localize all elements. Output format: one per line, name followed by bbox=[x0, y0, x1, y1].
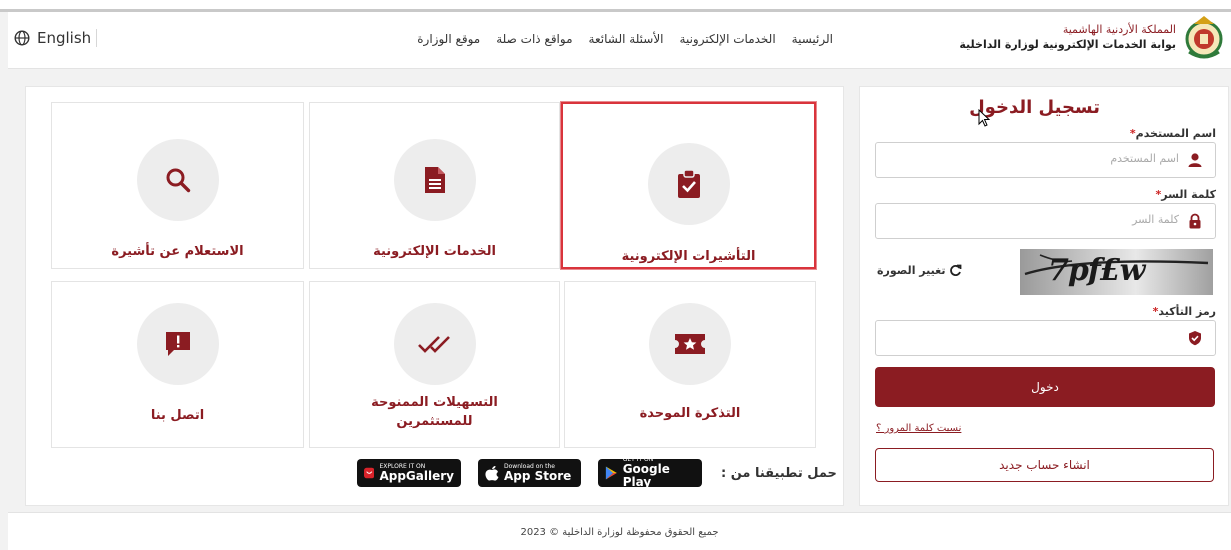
badge-main-text: AppGallery bbox=[379, 468, 454, 483]
brand-line-1: المملكة الأردنية الهاشمية bbox=[1062, 23, 1176, 36]
password-field[interactable] bbox=[875, 203, 1216, 239]
ticket-star-icon bbox=[675, 334, 705, 354]
tile-icon-circle bbox=[136, 303, 219, 385]
login-panel: تسجيل الدخول اسم المستخدم* كلمة السر* 7p… bbox=[859, 86, 1229, 506]
app-download-row: EXPLORE IT ON AppGallery Download on the A… bbox=[357, 457, 837, 489]
tile-icon-circle bbox=[649, 303, 731, 385]
top-bar bbox=[0, 0, 1231, 12]
apple-icon bbox=[485, 466, 499, 481]
badge-main-text: Google Play bbox=[622, 462, 670, 489]
nav-ministry-site[interactable]: موقع الوزارة bbox=[417, 32, 480, 46]
tile-label: التذكرة الموحدة bbox=[639, 406, 741, 421]
divider bbox=[96, 29, 97, 47]
change-captcha-text[interactable]: تغيير الصورة bbox=[877, 264, 945, 277]
clipboard-check-icon bbox=[677, 169, 700, 198]
confirm-code-label: رمز التأكيد* bbox=[1153, 305, 1216, 318]
globe-icon bbox=[14, 30, 30, 46]
chat-alert-icon bbox=[165, 332, 190, 356]
double-check-icon bbox=[417, 336, 450, 353]
username-label: اسم المستخدم* bbox=[1130, 127, 1216, 140]
tile-label: التأشيرات الإلكترونية bbox=[621, 249, 756, 264]
shield-check-icon bbox=[1189, 331, 1201, 346]
badge-text: EXPLORE IT ON AppGallery bbox=[379, 463, 454, 483]
captcha-image: 7pf£w bbox=[1020, 249, 1213, 295]
google-play-badge[interactable]: GET IT ON Google Play bbox=[598, 457, 702, 489]
brand-line-2: بوابة الخدمات الإلكترونية لوزارة الداخلي… bbox=[959, 38, 1176, 51]
download-app-label: حمل تطبيقنا من : bbox=[721, 465, 837, 481]
main-nav: الرئيسية الخدمات الإلكترونية الأسئلة الش… bbox=[417, 32, 833, 46]
password-label: كلمة السر* bbox=[1156, 188, 1216, 201]
language-label[interactable]: English bbox=[37, 29, 91, 47]
tile-investor-facilities[interactable]: التسهيلات الممنوحة للمستثمرين bbox=[309, 281, 560, 448]
badge-text: GET IT ON Google Play bbox=[623, 457, 695, 489]
footer: جميع الحقوق محفوظة لوزارة الداخلية © 202… bbox=[8, 512, 1231, 550]
search-icon bbox=[166, 168, 190, 193]
tile-label: الخدمات الإلكترونية bbox=[373, 244, 496, 259]
nav-home[interactable]: الرئيسية bbox=[792, 32, 833, 46]
tile-label: التسهيلات الممنوحة للمستثمرين bbox=[371, 395, 498, 429]
huawei-icon bbox=[364, 467, 375, 479]
tile-e-visas[interactable]: التأشيرات الإلكترونية bbox=[561, 102, 816, 269]
change-captcha-link[interactable]: تغيير الصورة bbox=[877, 264, 962, 277]
forgot-password-link[interactable]: نسيت كلمة المرور ؟ bbox=[876, 423, 961, 434]
confirm-label-text: رمز التأكيد bbox=[1158, 305, 1216, 318]
brand-text: المملكة الأردنية الهاشمية بوابة الخدمات … bbox=[959, 23, 1176, 51]
confirm-code-field[interactable] bbox=[875, 320, 1216, 356]
tile-label: اتصل بنا bbox=[150, 408, 205, 423]
app-store-badge[interactable]: Download on the App Store bbox=[478, 459, 581, 487]
document-icon bbox=[424, 167, 445, 193]
tile-icon-circle bbox=[647, 143, 730, 225]
create-account-button[interactable]: انشاء حساب جديد bbox=[875, 448, 1214, 482]
refresh-icon bbox=[950, 264, 962, 276]
username-label-text: اسم المستخدم bbox=[1135, 127, 1216, 140]
coat-of-arms-logo[interactable] bbox=[1181, 12, 1227, 64]
tile-icon-circle bbox=[393, 303, 476, 385]
copyright-text: جميع الحقوق محفوظة لوزارة الداخلية © 202… bbox=[520, 527, 719, 538]
username-input[interactable] bbox=[917, 151, 1181, 166]
captcha-text: 7pf£w bbox=[1048, 253, 1145, 288]
nav-e-services[interactable]: الخدمات الإلكترونية bbox=[680, 32, 776, 46]
tile-icon-circle bbox=[393, 139, 476, 221]
nav-related-sites[interactable]: مواقع ذات صلة bbox=[496, 32, 572, 46]
tile-e-services[interactable]: الخدمات الإلكترونية bbox=[309, 102, 560, 269]
lock-icon bbox=[1189, 213, 1201, 229]
username-field[interactable] bbox=[875, 142, 1216, 178]
tile-icon-circle bbox=[136, 139, 219, 221]
login-button[interactable]: دخول bbox=[875, 367, 1215, 407]
language-switch[interactable]: English bbox=[14, 29, 91, 47]
user-icon bbox=[1188, 153, 1202, 167]
mouse-cursor-icon bbox=[978, 109, 990, 127]
google-play-icon bbox=[605, 466, 617, 480]
nav-faq[interactable]: الأسئلة الشائعة bbox=[589, 32, 664, 46]
appgallery-badge[interactable]: EXPLORE IT ON AppGallery bbox=[357, 459, 461, 487]
tile-visa-inquiry[interactable]: الاستعلام عن تأشيرة bbox=[51, 102, 304, 269]
tile-contact-us[interactable]: اتصل بنا bbox=[51, 281, 304, 448]
confirm-code-input[interactable] bbox=[917, 329, 1181, 344]
badge-main-text: App Store bbox=[504, 468, 572, 483]
password-input[interactable] bbox=[917, 212, 1181, 227]
services-panel: التأشيرات الإلكترونية الخدمات الإلكتروني… bbox=[25, 86, 844, 506]
header: English الرئيسية الخدمات الإلكترونية الأ… bbox=[8, 12, 1231, 69]
badge-text: Download on the App Store bbox=[504, 463, 572, 483]
tile-label: الاستعلام عن تأشيرة bbox=[111, 244, 244, 259]
password-label-text: كلمة السر bbox=[1161, 188, 1216, 201]
tile-unified-ticket[interactable]: التذكرة الموحدة bbox=[564, 281, 816, 448]
